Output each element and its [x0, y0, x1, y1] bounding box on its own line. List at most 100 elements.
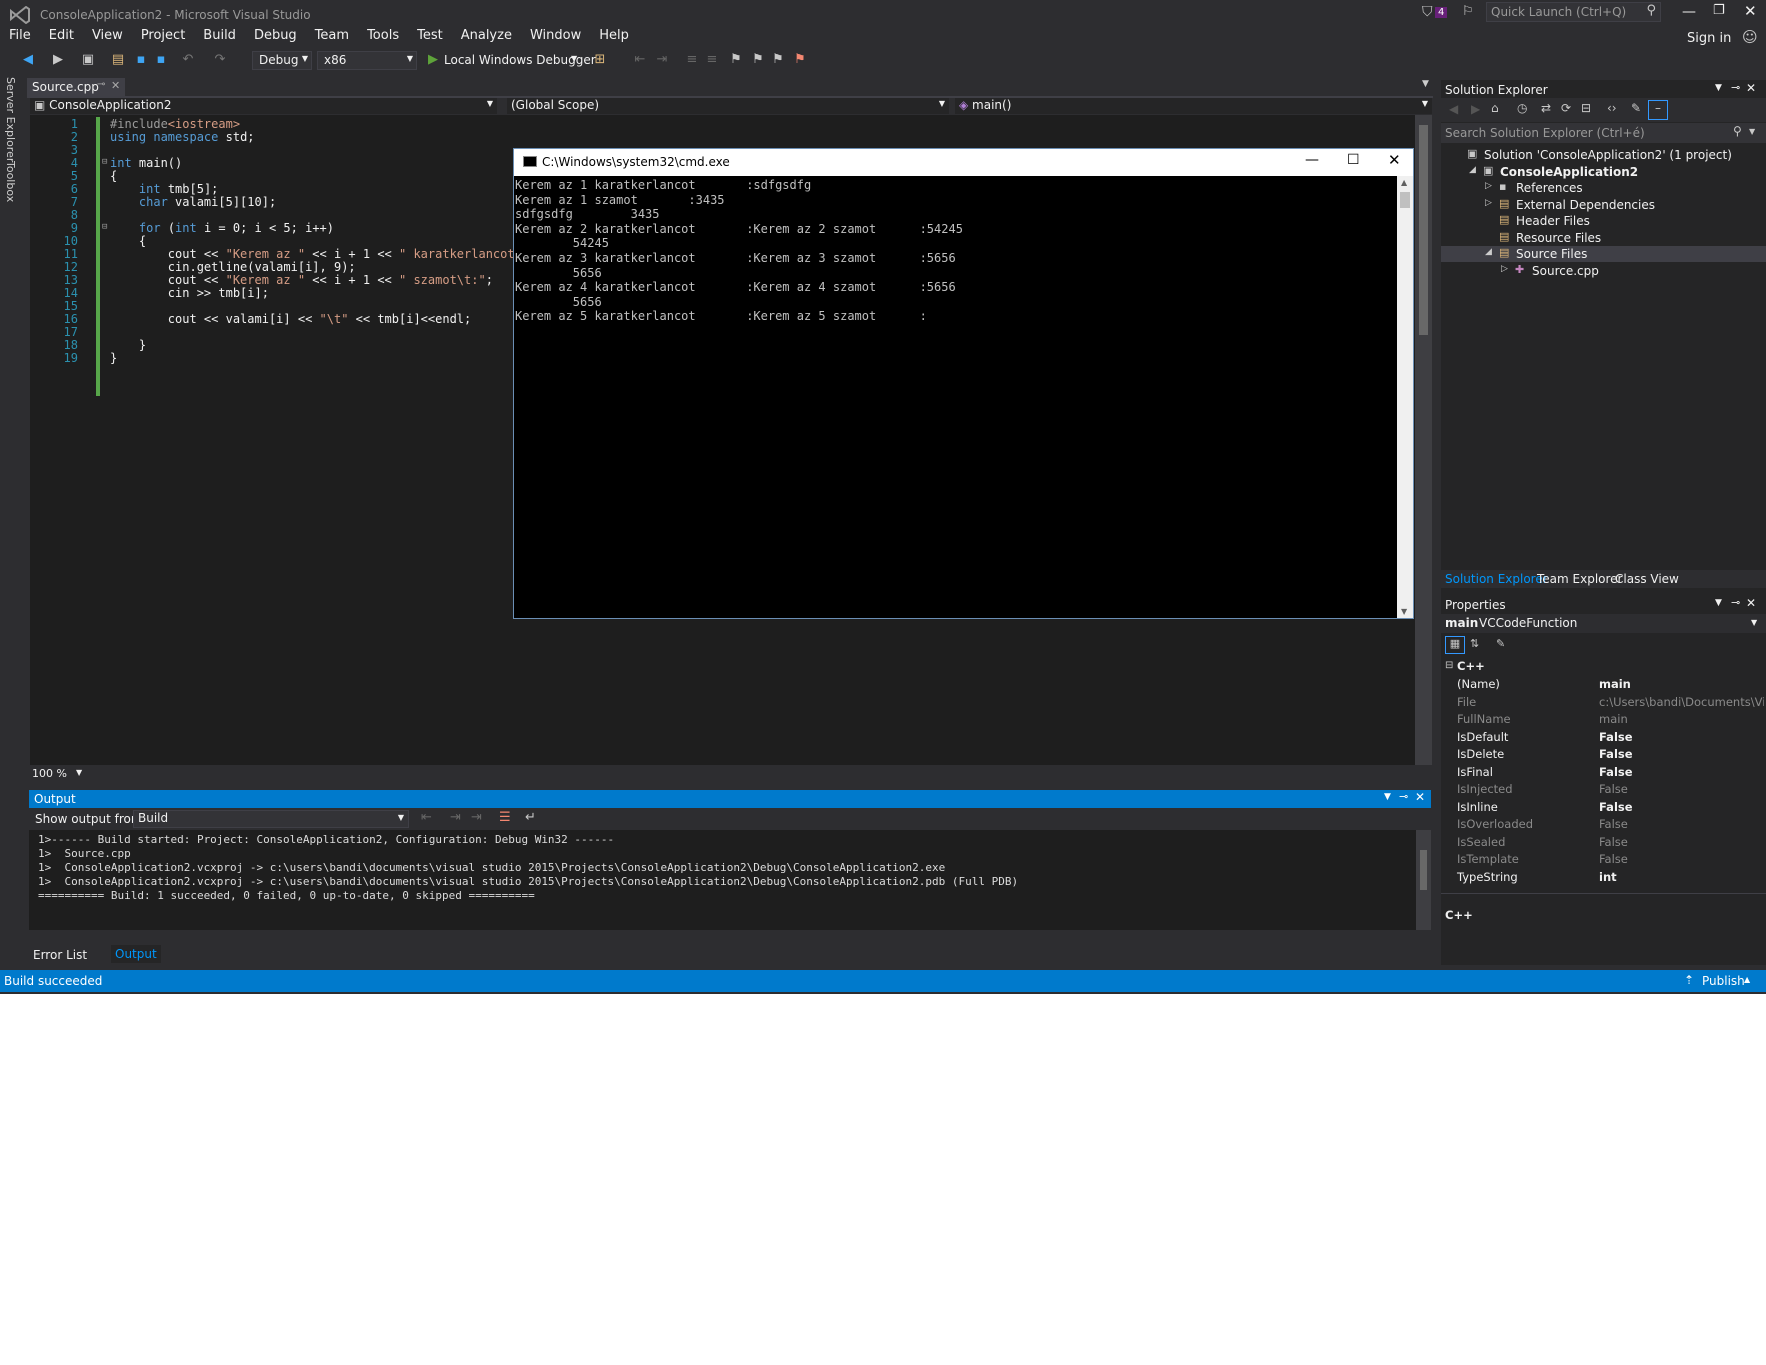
sync-icon[interactable]: ⇄: [1541, 101, 1551, 115]
properties-object-selector[interactable]: main VCCodeFunction ▼: [1441, 614, 1766, 633]
console-window[interactable]: C:\Windows\system32\cmd.exe — ☐ ✕ Kerem …: [513, 148, 1414, 619]
quick-launch-input[interactable]: Quick Launch (Ctrl+Q): [1491, 5, 1626, 19]
categorized-icon[interactable]: ▦: [1445, 636, 1465, 654]
home-icon[interactable]: ⌂: [1491, 101, 1499, 115]
solution-tree-item[interactable]: ▷ ✚ Source.cpp: [1441, 263, 1766, 279]
code-text[interactable]: cout << "Kerem az " << i + 1 << " karatk…: [110, 247, 551, 261]
property-row[interactable]: IsFinal False: [1441, 764, 1766, 781]
expand-arrow-icon[interactable]: ▷: [1485, 198, 1492, 208]
prev-bookmark-icon[interactable]: ⚑: [750, 52, 766, 68]
new-project-icon[interactable]: ▣: [80, 52, 96, 68]
console-output[interactable]: Kerem az 1 karatkerlancot :sdfgsdfg Kerem…: [514, 176, 1397, 618]
property-row[interactable]: IsTemplate False: [1441, 851, 1766, 868]
next-message-icon[interactable]: ⇥: [450, 810, 461, 825]
chevron-down-icon[interactable]: ▼: [571, 54, 577, 63]
collapse-all-icon[interactable]: ⊟: [1581, 101, 1591, 115]
redo-icon[interactable]: ↷: [212, 52, 228, 68]
output-horizontal-scrollbar[interactable]: [29, 930, 1431, 942]
property-value[interactable]: main: [1599, 677, 1764, 691]
member-nav-dropdown[interactable]: ◈ main() ▼: [955, 98, 1432, 114]
clear-bookmarks-icon[interactable]: ⚑: [792, 52, 808, 68]
code-text[interactable]: int tmb[5];: [110, 182, 218, 196]
property-row[interactable]: IsInline False: [1441, 799, 1766, 816]
scroll-down-icon[interactable]: ▼: [1401, 607, 1407, 616]
chevron-down-icon[interactable]: ▼: [76, 768, 82, 777]
minimize-icon[interactable]: —: [1682, 4, 1696, 20]
property-row[interactable]: IsDelete False: [1441, 746, 1766, 763]
property-row[interactable]: IsInjected False: [1441, 781, 1766, 798]
solution-config-dropdown[interactable]: Debug ▼: [252, 51, 312, 70]
quick-launch-box[interactable]: Quick Launch (Ctrl+Q) ⚲: [1486, 2, 1661, 22]
property-value[interactable]: int: [1599, 870, 1764, 884]
output-vertical-scrollbar[interactable]: [1416, 830, 1431, 930]
scope-nav-dropdown[interactable]: (Global Scope) ▼: [507, 98, 949, 114]
clear-all-icon[interactable]: ☰: [499, 810, 511, 825]
tab-output[interactable]: Output: [111, 945, 161, 963]
chevron-up-icon[interactable]: ▲: [1744, 975, 1750, 984]
property-row[interactable]: (Name) main: [1441, 676, 1766, 693]
property-row[interactable]: IsOverloaded False: [1441, 816, 1766, 833]
save-all-icon[interactable]: ▪: [153, 52, 169, 68]
tab-overflow-icon[interactable]: ▼: [1422, 79, 1429, 89]
uncomment-icon[interactable]: ≡: [704, 52, 720, 68]
property-value[interactable]: main: [1599, 712, 1764, 726]
property-value[interactable]: False: [1599, 730, 1764, 744]
close-icon[interactable]: ✕: [1746, 596, 1756, 610]
pin-icon[interactable]: ⊸: [1399, 790, 1408, 803]
scrollbar-thumb[interactable]: [1400, 192, 1410, 208]
feedback-icon[interactable]: ⚐: [1462, 4, 1474, 19]
output-source-dropdown[interactable]: Build ▼: [133, 810, 409, 828]
preview-selected-icon[interactable]: –: [1648, 100, 1668, 120]
property-value[interactable]: False: [1599, 852, 1764, 866]
fold-toggle-icon[interactable]: ⊟: [102, 157, 107, 167]
property-row[interactable]: TypeString int: [1441, 869, 1766, 886]
property-value[interactable]: False: [1599, 800, 1764, 814]
account-icon[interactable]: ☺: [1742, 28, 1758, 46]
pending-changes-icon[interactable]: ◷: [1517, 101, 1527, 115]
publish-button[interactable]: Publish: [1702, 974, 1745, 988]
property-row[interactable]: IsDefault False: [1441, 729, 1766, 746]
comment-icon[interactable]: ≡: [684, 52, 700, 68]
panel-menu-icon[interactable]: ▼: [1715, 598, 1722, 608]
menu-help[interactable]: Help: [590, 26, 638, 45]
undo-icon[interactable]: ↶: [180, 52, 196, 68]
toolbox-tab[interactable]: Toolbox: [4, 161, 17, 202]
tab-error-list[interactable]: Error List: [33, 948, 87, 962]
scroll-up-icon[interactable]: ▲: [1401, 178, 1407, 187]
solution-tree-item[interactable]: ▤ Resource Files: [1441, 230, 1766, 246]
close-icon[interactable]: ✕: [1388, 151, 1401, 169]
menu-file[interactable]: File: [0, 26, 40, 45]
code-text[interactable]: cin >> tmb[i];: [110, 286, 269, 300]
code-text[interactable]: }: [110, 351, 117, 365]
forward-icon[interactable]: ▶: [50, 52, 66, 68]
solution-tree-item[interactable]: ◢ ▤ Source Files: [1441, 246, 1766, 262]
property-pages-icon[interactable]: ✎: [1496, 637, 1505, 650]
solution-tree-item[interactable]: ▤ Header Files: [1441, 213, 1766, 229]
menu-test[interactable]: Test: [408, 26, 452, 45]
menu-view[interactable]: View: [83, 26, 132, 45]
property-row[interactable]: IsSealed False: [1441, 834, 1766, 851]
solution-tree-item[interactable]: ▣ Solution 'ConsoleApplication2' (1 proje…: [1441, 147, 1766, 163]
chevron-down-icon[interactable]: ▼: [1749, 127, 1755, 136]
minimize-icon[interactable]: —: [1305, 152, 1319, 168]
restore-icon[interactable]: ❐: [1713, 3, 1725, 18]
menu-window[interactable]: Window: [521, 26, 590, 45]
code-text[interactable]: cout << valami[i] << "\t" << tmb[i]<<end…: [110, 312, 471, 326]
goto-message-icon[interactable]: ⇥: [471, 810, 482, 825]
search-icon[interactable]: ⚲: [1733, 124, 1742, 138]
back-icon[interactable]: ◀: [20, 52, 36, 68]
code-text[interactable]: }: [110, 338, 146, 352]
console-title-bar[interactable]: C:\Windows\system32\cmd.exe — ☐ ✕: [514, 149, 1413, 176]
close-icon[interactable]: ✕: [1744, 2, 1757, 20]
panel-menu-icon[interactable]: ▼: [1384, 792, 1391, 802]
expand-arrow-icon[interactable]: ▷: [1485, 181, 1492, 191]
show-all-files-icon[interactable]: ‹›: [1607, 101, 1617, 115]
publish-icon[interactable]: ⇡: [1684, 973, 1694, 987]
solution-tree-item[interactable]: ◢ ▣ ConsoleApplication2: [1441, 164, 1766, 180]
forward-icon[interactable]: ▶: [1471, 102, 1480, 116]
fold-toggle-icon[interactable]: ⊟: [102, 222, 107, 232]
code-text[interactable]: {: [110, 234, 146, 248]
open-file-icon[interactable]: ▤: [110, 52, 126, 68]
property-value[interactable]: False: [1599, 782, 1764, 796]
close-icon[interactable]: ✕: [1415, 790, 1425, 804]
